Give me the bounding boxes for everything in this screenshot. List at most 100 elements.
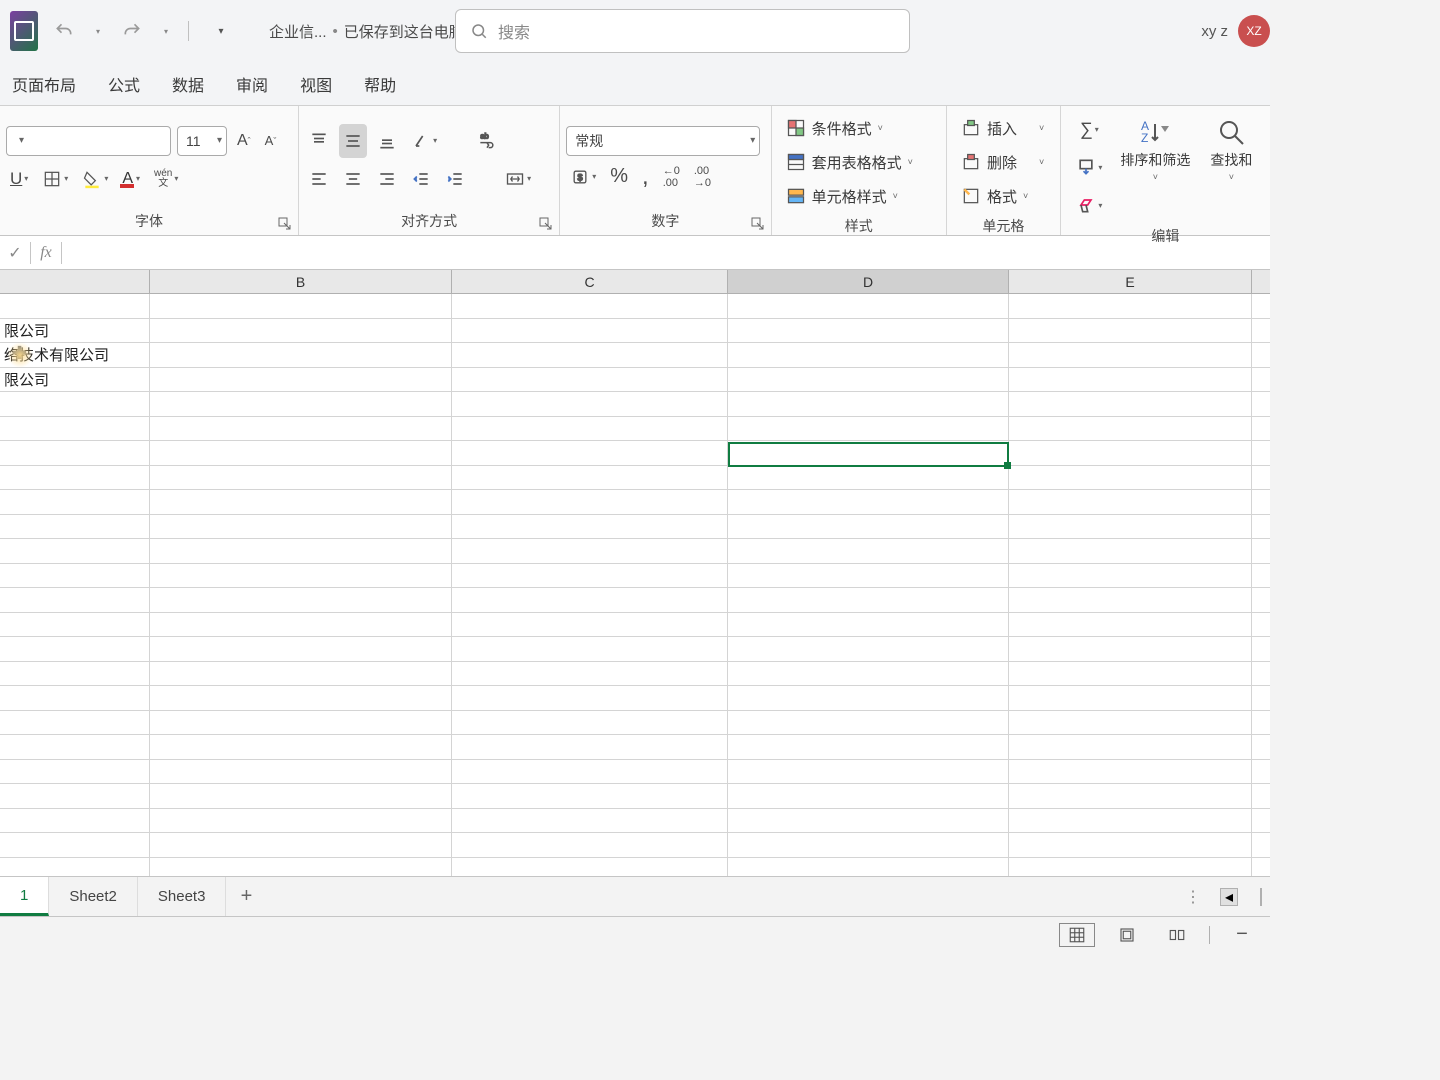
cell[interactable] <box>1009 417 1252 441</box>
increase-font-button[interactable]: Aˆ <box>233 124 255 158</box>
cell[interactable] <box>1009 319 1252 343</box>
tab-formulas[interactable]: 公式 <box>104 64 144 104</box>
decrease-font-button[interactable]: Aˇ <box>261 124 281 158</box>
cell[interactable] <box>0 613 150 637</box>
cell[interactable] <box>452 711 728 735</box>
page-break-view-button[interactable] <box>1159 923 1195 947</box>
cell[interactable] <box>1009 613 1252 637</box>
col-header-B[interactable]: B <box>150 270 452 293</box>
cell[interactable] <box>150 441 452 465</box>
cell[interactable] <box>0 441 150 465</box>
cell[interactable] <box>452 466 728 490</box>
cell[interactable] <box>452 564 728 588</box>
cell[interactable] <box>0 858 150 877</box>
cell[interactable] <box>150 760 452 784</box>
sheet-tab-3[interactable]: Sheet3 <box>138 877 227 916</box>
cell[interactable] <box>1009 858 1252 877</box>
cell[interactable] <box>150 662 452 686</box>
merge-center-button[interactable] <box>501 162 535 196</box>
cell[interactable] <box>452 858 728 877</box>
cell[interactable] <box>728 613 1009 637</box>
cell[interactable] <box>1009 368 1252 392</box>
cell[interactable] <box>0 417 150 441</box>
cell[interactable] <box>452 662 728 686</box>
wrap-text-button[interactable]: ab <box>473 124 501 158</box>
cell[interactable] <box>150 588 452 612</box>
cell[interactable] <box>0 809 150 833</box>
cell[interactable] <box>150 735 452 759</box>
cell[interactable] <box>728 343 1009 367</box>
orientation-button[interactable] <box>407 124 441 158</box>
cell[interactable] <box>728 858 1009 877</box>
cell[interactable] <box>728 441 1009 465</box>
cell[interactable] <box>452 760 728 784</box>
cell[interactable] <box>728 466 1009 490</box>
hscroll-left-button[interactable]: ◂ <box>1220 888 1238 906</box>
horizontal-scrollbar[interactable] <box>1260 888 1262 906</box>
cell[interactable] <box>150 711 452 735</box>
tab-review[interactable]: 审阅 <box>232 64 272 104</box>
cell[interactable] <box>0 515 150 539</box>
cell[interactable] <box>0 392 150 416</box>
cell[interactable] <box>1009 735 1252 759</box>
undo-button[interactable] <box>46 13 82 49</box>
cell[interactable]: 限公司 <box>0 368 150 392</box>
cell[interactable] <box>150 515 452 539</box>
cell[interactable] <box>452 784 728 808</box>
insert-cells-button[interactable]: 插入˅ <box>953 112 1054 144</box>
phonetic-guide-button[interactable]: wén文 <box>150 162 182 196</box>
cell[interactable] <box>1009 392 1252 416</box>
tab-help[interactable]: 帮助 <box>360 64 400 104</box>
cell[interactable] <box>150 294 452 318</box>
number-format-combo[interactable]: 常规 <box>566 126 760 156</box>
fill-button[interactable] <box>1072 150 1106 184</box>
cell[interactable] <box>0 294 150 318</box>
increase-decimal-button[interactable]: ←0.00 <box>659 160 684 194</box>
decrease-decimal-button[interactable]: .00→0 <box>690 160 715 194</box>
cell[interactable] <box>452 539 728 563</box>
cell[interactable] <box>728 539 1009 563</box>
cell[interactable] <box>1009 833 1252 857</box>
cell[interactable] <box>150 686 452 710</box>
increase-indent-button[interactable] <box>441 162 469 196</box>
cell[interactable] <box>1009 686 1252 710</box>
cell[interactable] <box>728 417 1009 441</box>
sort-filter-button[interactable]: AZ 排序和筛选 ˅ <box>1114 112 1196 186</box>
font-color-button[interactable]: A <box>118 162 144 196</box>
sheet-options-button[interactable]: ⋮ <box>1180 883 1206 911</box>
cell[interactable] <box>0 784 150 808</box>
format-cells-button[interactable]: 格式˅ <box>953 180 1054 212</box>
cell[interactable] <box>1009 760 1252 784</box>
accounting-format-button[interactable]: $ <box>566 160 600 194</box>
cell[interactable] <box>1009 784 1252 808</box>
cell[interactable] <box>0 686 150 710</box>
sheet-tab-2[interactable]: Sheet2 <box>49 877 138 916</box>
cell-styles-button[interactable]: 单元格样式˅ <box>778 180 940 212</box>
cell[interactable] <box>0 735 150 759</box>
tab-page-layout[interactable]: 页面布局 <box>8 64 80 104</box>
cell[interactable] <box>728 319 1009 343</box>
cell[interactable] <box>0 833 150 857</box>
cell[interactable] <box>0 564 150 588</box>
clear-button[interactable] <box>1072 188 1106 222</box>
cell[interactable] <box>1009 711 1252 735</box>
cell[interactable] <box>1009 564 1252 588</box>
cell[interactable] <box>150 833 452 857</box>
cell[interactable] <box>1009 466 1252 490</box>
align-bottom-button[interactable] <box>373 124 401 158</box>
cell[interactable] <box>728 784 1009 808</box>
cell[interactable] <box>728 711 1009 735</box>
zoom-out-button[interactable]: − <box>1224 923 1260 947</box>
cell[interactable] <box>452 343 728 367</box>
align-top-button[interactable] <box>305 124 333 158</box>
cell[interactable] <box>728 490 1009 514</box>
redo-button[interactable] <box>114 13 150 49</box>
cell[interactable] <box>728 760 1009 784</box>
cell[interactable] <box>150 613 452 637</box>
cell[interactable] <box>728 564 1009 588</box>
cell[interactable] <box>150 417 452 441</box>
cell[interactable] <box>0 637 150 661</box>
save-status-label[interactable]: 已保存到这台电脑 <box>344 21 464 42</box>
underline-button[interactable]: U <box>6 162 32 196</box>
add-sheet-button[interactable]: + <box>226 877 266 916</box>
